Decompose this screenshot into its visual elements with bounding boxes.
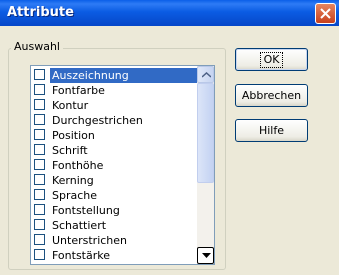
scroll-down-button[interactable]	[197, 247, 214, 264]
list-item-label: Kerning	[52, 174, 94, 187]
scroll-up-button[interactable]	[197, 66, 214, 83]
list-item[interactable]: Fontstärke	[34, 248, 198, 263]
list-item[interactable]: Unterstrichen	[34, 233, 198, 248]
list-item-label: Schattiert	[52, 219, 107, 232]
scroll-thumb[interactable]	[197, 83, 214, 183]
ok-button[interactable]: OK	[235, 48, 308, 71]
list-item[interactable]: Fonthöhe	[34, 158, 198, 173]
list-item[interactable]: Kontur	[34, 98, 198, 113]
list-item-label: Auszeichnung	[50, 68, 200, 83]
checkbox[interactable]	[34, 99, 45, 110]
list-item[interactable]: Position	[34, 128, 198, 143]
list-item[interactable]: Schrift	[34, 143, 198, 158]
checkbox[interactable]	[34, 69, 45, 80]
vertical-scrollbar[interactable]	[197, 66, 214, 264]
close-icon	[320, 8, 331, 19]
list-item-label: Fontstärke	[52, 249, 111, 262]
checkbox[interactable]	[34, 144, 45, 155]
list-item-label: Position	[52, 129, 95, 142]
checkbox[interactable]	[34, 204, 45, 215]
list-item[interactable]: Fontstellung	[34, 203, 198, 218]
list-item-label: Fonthöhe	[52, 159, 104, 172]
list-item[interactable]: Kerning	[34, 173, 198, 188]
chevron-up-icon	[202, 72, 211, 78]
checkbox[interactable]	[34, 84, 45, 95]
checkbox[interactable]	[34, 159, 45, 170]
window-title: Attribute	[7, 5, 74, 20]
checkbox[interactable]	[34, 129, 45, 140]
attribute-list[interactable]: Auszeichnung Fontfarbe Kontur Durchgestr…	[30, 65, 215, 265]
list-item-label: Durchgestrichen	[52, 114, 143, 127]
chevron-down-icon	[202, 253, 211, 258]
list-item[interactable]: Schattiert	[34, 218, 198, 233]
cancel-button[interactable]: Abbrechen	[235, 84, 308, 107]
list-item-label: Sprache	[52, 189, 98, 202]
list-item-label: Fontstellung	[52, 204, 120, 217]
list-item[interactable]: Durchgestrichen	[34, 113, 198, 128]
group-label: Auswahl	[11, 40, 63, 53]
list-item[interactable]: Fontfarbe	[34, 83, 198, 98]
close-button[interactable]	[315, 3, 336, 24]
checkbox[interactable]	[34, 114, 45, 125]
list-item-label: Schrift	[52, 144, 88, 157]
list-item-label: Kontur	[52, 99, 89, 112]
list-item-label: Unterstrichen	[52, 234, 128, 247]
checkbox[interactable]	[34, 219, 45, 230]
title-bar[interactable]: Attribute	[0, 0, 339, 26]
checkbox[interactable]	[34, 234, 45, 245]
list-item[interactable]: Sprache	[34, 188, 198, 203]
checkbox[interactable]	[34, 174, 45, 185]
help-button[interactable]: Hilfe	[235, 119, 308, 142]
ok-label: OK	[259, 52, 284, 68]
attribute-dialog: Attribute Auswahl Auszeichnung Fontfarbe…	[0, 0, 339, 275]
list-item-label: Fontfarbe	[52, 84, 105, 97]
checkbox[interactable]	[34, 189, 45, 200]
checkbox[interactable]	[34, 249, 45, 260]
list-item[interactable]: Auszeichnung	[34, 68, 200, 83]
